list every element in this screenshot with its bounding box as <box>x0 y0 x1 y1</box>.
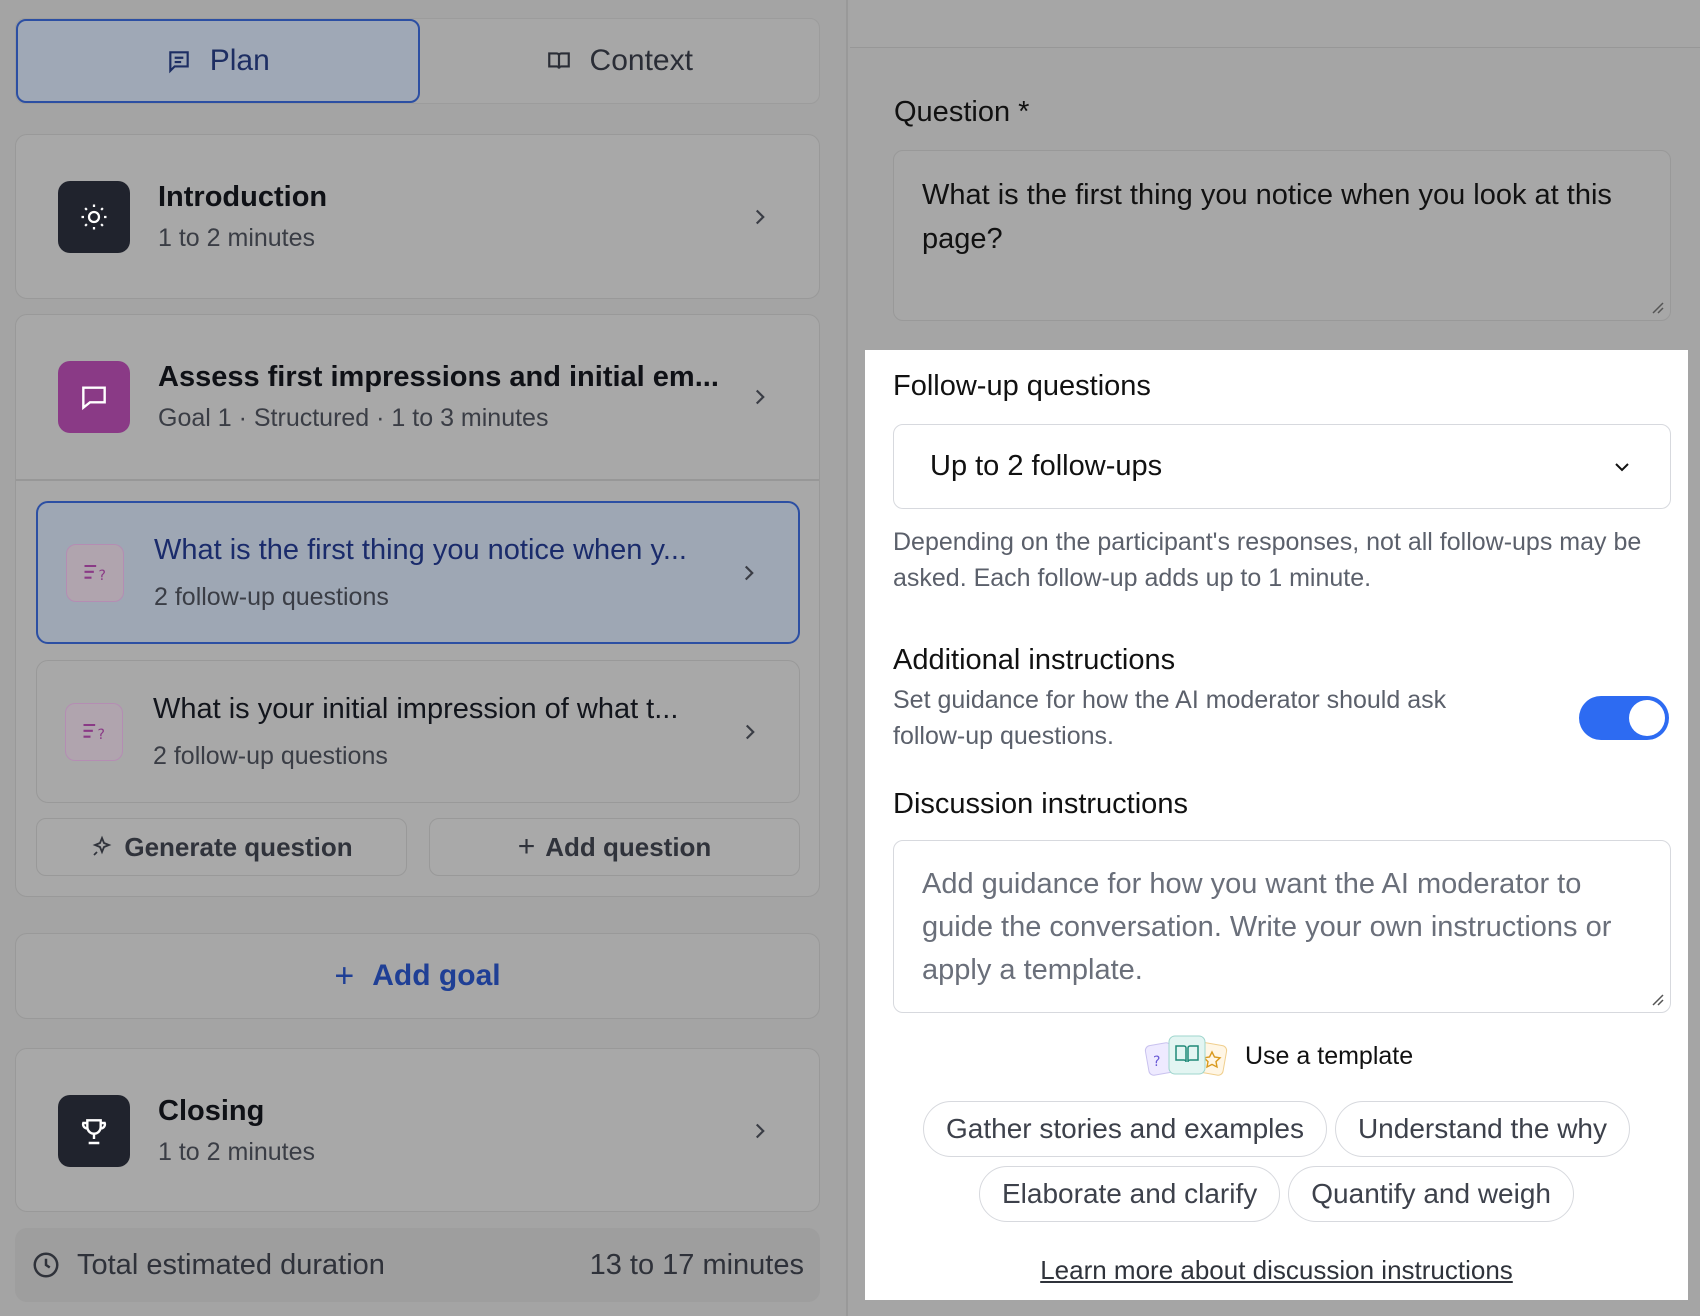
additional-instructions-toggle[interactable] <box>1579 696 1669 740</box>
goal-meta: Goal 1 · Structured · 1 to 3 minutes <box>158 404 549 432</box>
clock-icon <box>33 1252 59 1278</box>
use-template-label: Use a template <box>1245 1041 1414 1070</box>
chevron-right-icon <box>744 565 754 580</box>
tab-context[interactable]: Context <box>420 19 820 103</box>
question-followups: 2 follow-up questions <box>154 582 389 611</box>
total-duration-label: Total estimated duration <box>77 1248 385 1281</box>
question-followups: 2 follow-up questions <box>153 741 388 770</box>
question-textarea[interactable]: What is the first thing you notice when … <box>893 150 1671 321</box>
template-chip[interactable]: Gather stories and examples <box>922 1101 1327 1157</box>
use-template-button[interactable]: ? Use a template <box>1143 1032 1413 1080</box>
additional-instructions-help: Set guidance for how the AI moderator sh… <box>893 686 1447 750</box>
generate-question-label: Generate question <box>124 831 353 862</box>
add-question-button[interactable]: + Add question <box>429 818 800 876</box>
followup-help-text: Depending on the participant's responses… <box>893 528 1642 592</box>
introduction-title: Introduction <box>158 181 328 213</box>
svg-text:?: ? <box>98 727 105 743</box>
svg-text:?: ? <box>1153 1054 1160 1070</box>
resize-handle-icon[interactable] <box>1648 298 1664 314</box>
book-icon <box>547 52 570 69</box>
followup-label: Follow-up questions <box>893 370 1151 402</box>
template-cards-icon: ? <box>1144 1035 1228 1076</box>
sparkle-icon <box>92 835 112 856</box>
chevron-right-icon <box>755 1123 765 1139</box>
goal-title: Assess first impressions and initial em.… <box>158 361 719 393</box>
chat-bubble-icon <box>58 361 130 433</box>
question-item[interactable]: ? What is the first thing you notice whe… <box>36 501 800 644</box>
question-label: Question * <box>894 96 1030 128</box>
svg-text:?: ? <box>99 568 106 584</box>
trophy-icon <box>58 1095 130 1167</box>
total-duration-bar: Total estimated duration 13 to 17 minute… <box>15 1228 820 1302</box>
chevron-right-icon <box>755 209 765 225</box>
followup-count-select[interactable]: Up to 2 follow-ups <box>893 424 1671 509</box>
add-goal-label: Add goal <box>372 959 501 992</box>
introduction-duration: 1 to 2 minutes <box>158 224 316 252</box>
editor-header <box>850 0 1700 48</box>
add-goal-button[interactable]: + Add goal <box>15 933 820 1019</box>
generate-question-button[interactable]: Generate question <box>36 818 407 876</box>
discussion-instructions-textarea[interactable]: Add guidance for how you want the AI mod… <box>893 840 1671 1013</box>
list-icon <box>168 51 189 74</box>
tab-context-label: Context <box>589 44 693 77</box>
total-duration-value: 13 to 17 minutes <box>589 1248 804 1281</box>
tab-plan-label: Plan <box>209 44 270 77</box>
plus-icon: + <box>517 830 536 863</box>
closing-title: Closing <box>158 1095 265 1127</box>
toggle-knob <box>1629 700 1665 736</box>
template-chips-row: Gather stories and examples Understand t… <box>865 1101 1688 1157</box>
plan-panel: Plan Context Introduction 1 to 2 minutes <box>0 0 848 1316</box>
chevron-right-icon <box>745 724 755 739</box>
question-item[interactable]: ? What is your initial impression of wha… <box>36 660 800 803</box>
chevron-right-icon <box>755 389 765 405</box>
goal-header[interactable]: Assess first impressions and initial em.… <box>16 361 819 433</box>
closing-card[interactable]: Closing 1 to 2 minutes <box>15 1048 820 1212</box>
template-chip[interactable]: Quantify and weigh <box>1288 1166 1574 1222</box>
resize-handle-icon[interactable] <box>1648 990 1664 1006</box>
learn-more-link[interactable]: Learn more about discussion instructions <box>865 1255 1688 1286</box>
template-chip[interactable]: Elaborate and clarify <box>979 1166 1281 1222</box>
template-chips-row: Elaborate and clarify Quantify and weigh <box>865 1166 1688 1222</box>
followup-settings-panel: Follow-up questions Up to 2 follow-ups D… <box>865 350 1688 1300</box>
plus-icon: + <box>334 956 355 995</box>
closing-duration: 1 to 2 minutes <box>158 1138 316 1166</box>
question-text: What is the first thing you notice when … <box>922 179 1612 255</box>
template-chip[interactable]: Understand the why <box>1334 1101 1630 1157</box>
followup-count-value: Up to 2 follow-ups <box>930 450 1163 482</box>
additional-instructions-label: Additional instructions <box>893 644 1176 676</box>
tab-bar: Plan Context <box>15 18 820 104</box>
question-list-icon: ? <box>65 702 123 761</box>
add-question-label: Add question <box>545 831 712 862</box>
question-list-icon: ? <box>66 543 124 602</box>
chevron-down-icon <box>1615 462 1629 471</box>
tab-plan[interactable]: Plan <box>16 19 420 103</box>
sun-icon <box>58 181 130 253</box>
divider <box>16 479 819 481</box>
discussion-placeholder: Add guidance for how you want the AI mod… <box>922 868 1612 986</box>
question-title: What is your initial impression of what … <box>153 692 679 725</box>
introduction-card[interactable]: Introduction 1 to 2 minutes <box>15 134 820 299</box>
discussion-instructions-label: Discussion instructions <box>893 788 1188 820</box>
question-title: What is the first thing you notice when … <box>154 533 687 566</box>
